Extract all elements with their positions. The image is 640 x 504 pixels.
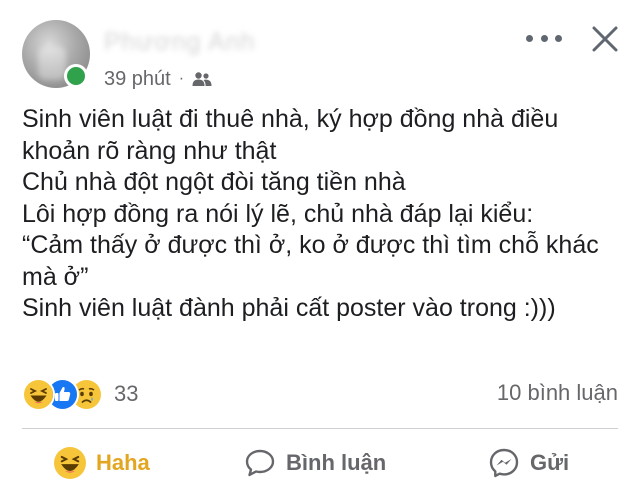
comment-count-link[interactable]: 10 bình luận [497, 380, 618, 406]
post-line: Sinh viên luật đành phải cất poster vào … [22, 294, 556, 322]
messenger-icon [489, 448, 519, 478]
post-line: mà ở” [22, 262, 89, 291]
comment-icon [245, 449, 275, 477]
reaction-summary[interactable]: 33 [22, 377, 138, 411]
meta-separator: · [178, 70, 185, 87]
haha-icon [22, 377, 55, 411]
comment-button[interactable]: Bình luận [244, 440, 386, 486]
more-dot-icon [526, 34, 533, 42]
action-bar: Haha Bình luận Gửi [0, 440, 640, 486]
more-options-button[interactable] [526, 26, 562, 50]
post-meta: 39 phút · [104, 66, 212, 92]
haha-reaction-button[interactable]: Haha [54, 440, 150, 486]
comment-label: Bình luận [286, 450, 387, 475]
post-line: Chủ nhà đột ngột đòi tăng tiền nhà [22, 168, 406, 196]
post-line: Lôi hợp đồng ra nói lý lẽ, chủ nhà đáp l… [22, 199, 534, 228]
close-button[interactable] [590, 24, 620, 54]
post-line: Sinh viên luật đi thuê nhà, ký hợp đồng … [22, 105, 559, 133]
more-dot-icon [540, 34, 548, 42]
author-name[interactable]: Phương Anh [104, 28, 256, 57]
post-content: Sinh viên luật đi thuê nhà, ký hợp đồng … [22, 104, 626, 325]
more-dot-icon [555, 34, 562, 42]
divider [22, 428, 618, 429]
facebook-post: Phương Anh 39 phút · Sinh viên luật đi t… [0, 0, 640, 504]
reaction-count[interactable]: 33 [114, 381, 138, 407]
haha-label: Haha [96, 450, 150, 475]
post-line: khoản rõ ràng như thật [22, 136, 277, 165]
close-icon [592, 26, 618, 52]
send-button[interactable]: Gửi [488, 440, 569, 486]
post-line: “Cảm thấy ở được thì ở, ko ở được thì tì… [22, 231, 599, 259]
haha-icon [54, 447, 86, 479]
post-time[interactable]: 39 phút [104, 68, 171, 91]
online-status-dot [64, 64, 88, 88]
send-label: Gửi [530, 450, 570, 475]
friends-icon[interactable] [192, 71, 212, 87]
